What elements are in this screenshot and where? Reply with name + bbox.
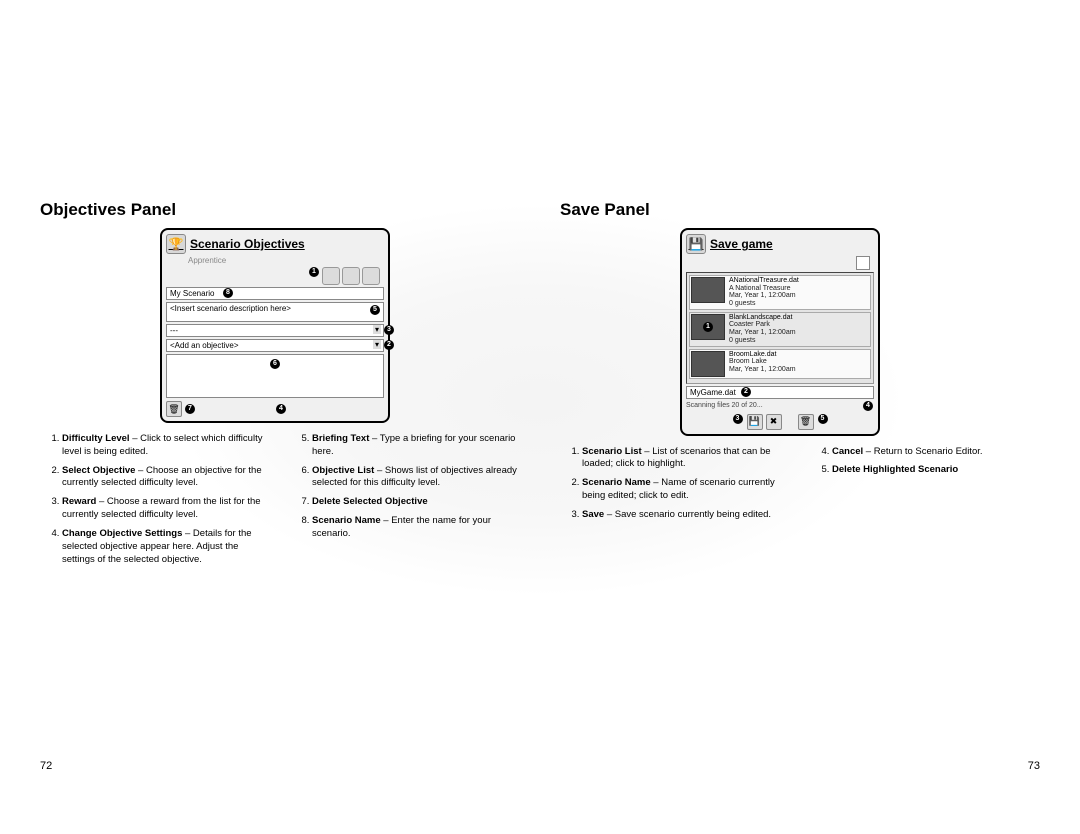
right-page: Save Panel 💾 Save game ANationalTreasure… <box>560 200 1040 572</box>
legend-item: Delete Selected Objective <box>312 496 520 509</box>
callout-8: 8 <box>223 288 233 298</box>
legend-list-left-b: Briefing Text – Type a briefing for your… <box>290 433 520 541</box>
page-number-left: 72 <box>40 760 52 772</box>
save-heading: Save Panel <box>560 200 1040 220</box>
cancel-button-icon: ✖ <box>766 414 782 430</box>
difficulty-label: Apprentice <box>188 256 384 265</box>
callout-1: 1 <box>309 267 319 277</box>
legend-item: Scenario Name – Enter the name for your … <box>312 515 520 541</box>
legend-item: Briefing Text – Type a briefing for your… <box>312 433 520 459</box>
reward-dropdown: --- 3 <box>166 324 384 337</box>
callout-7: 7 <box>185 404 195 414</box>
objectives-heading: Objectives Panel <box>40 200 520 220</box>
scenario-list-item: BroomLake.datBroom LakeMar, Year 1, 12:0… <box>689 349 871 379</box>
save-info: BroomLake.datBroom LakeMar, Year 1, 12:0… <box>729 351 796 377</box>
description-field: <Insert scenario description here> 5 <box>166 302 384 322</box>
callout-1: 1 <box>703 322 713 332</box>
legend-item: Difficulty Level – Click to select which… <box>62 433 270 459</box>
difficulty-icon-3 <box>362 267 380 285</box>
page-number-right: 73 <box>1028 760 1040 772</box>
trophy-icon: 🏆 <box>166 234 186 254</box>
scenario-name-field: My Scenario 8 <box>166 287 384 300</box>
objectives-panel-screenshot: 🏆 Scenario Objectives Apprentice 1 My Sc… <box>160 228 390 423</box>
save-info: BlankLandscape.datCoaster ParkMar, Year … <box>729 314 796 345</box>
panel-title: Save game <box>710 237 773 251</box>
save-button-icon: 💾 <box>747 414 763 430</box>
callout-5: 5 <box>818 414 828 424</box>
callout-6: 6 <box>270 359 280 369</box>
objective-list-box: 6 <box>166 354 384 398</box>
thumbnail: 1 <box>691 314 725 340</box>
callout-3: 3 <box>733 414 743 424</box>
filename-field: MyGame.dat 2 <box>686 386 874 399</box>
legend-item: Change Objective Settings – Details for … <box>62 528 270 566</box>
thumbnail <box>691 351 725 377</box>
legend-item: Select Objective – Choose an objective f… <box>62 465 270 491</box>
thumbnail <box>691 277 725 303</box>
legend-item: Save – Save scenario currently being edi… <box>582 509 790 522</box>
panel-title: Scenario Objectives <box>190 237 305 251</box>
scenario-list: ANationalTreasure.datA National Treasure… <box>686 272 874 384</box>
save-panel-screenshot: 💾 Save game ANationalTreasure.datA Natio… <box>680 228 880 436</box>
legend-item: Scenario Name – Name of scenario current… <box>582 477 790 503</box>
save-icon: 💾 <box>686 234 706 254</box>
legend-item: Reward – Choose a reward from the list f… <box>62 496 270 522</box>
legend-item: Scenario List – List of scenarios that c… <box>582 446 790 472</box>
callout-3: 3 <box>384 325 394 335</box>
callout-4: 4 <box>863 401 873 411</box>
save-legend: Scenario List – List of scenarios that c… <box>560 446 1040 528</box>
legend-list-right-b: Cancel – Return to Scenario Editor. Delet… <box>810 446 1040 478</box>
left-page: Objectives Panel 🏆 Scenario Objectives A… <box>40 200 520 572</box>
callout-2: 2 <box>741 387 751 397</box>
legend-item: Objective List – Shows list of objective… <box>312 465 520 491</box>
delete-objective-button: 🗑 <box>166 401 182 417</box>
save-info: ANationalTreasure.datA National Treasure… <box>729 277 799 308</box>
callout-5: 5 <box>370 305 380 315</box>
scenario-list-item: ANationalTreasure.datA National Treasure… <box>689 275 871 310</box>
status-text: Scanning files 20 of 20... <box>686 402 763 409</box>
add-objective-dropdown: <Add an objective> 2 <box>166 339 384 352</box>
dropdown-square <box>856 256 870 270</box>
difficulty-icon-1 <box>322 267 340 285</box>
legend-list-right-a: Scenario List – List of scenarios that c… <box>560 446 790 522</box>
callout-2: 2 <box>384 340 394 350</box>
legend-item: Delete Highlighted Scenario <box>832 464 1040 477</box>
scenario-list-item: 1 BlankLandscape.datCoaster ParkMar, Year… <box>689 312 871 347</box>
legend-list-left-a: Difficulty Level – Click to select which… <box>40 433 270 566</box>
legend-item: Cancel – Return to Scenario Editor. <box>832 446 1040 459</box>
objectives-legend: Difficulty Level – Click to select which… <box>40 433 520 572</box>
delete-button-icon: 🗑 <box>798 414 814 430</box>
difficulty-icon-2 <box>342 267 360 285</box>
callout-4: 4 <box>276 404 286 414</box>
